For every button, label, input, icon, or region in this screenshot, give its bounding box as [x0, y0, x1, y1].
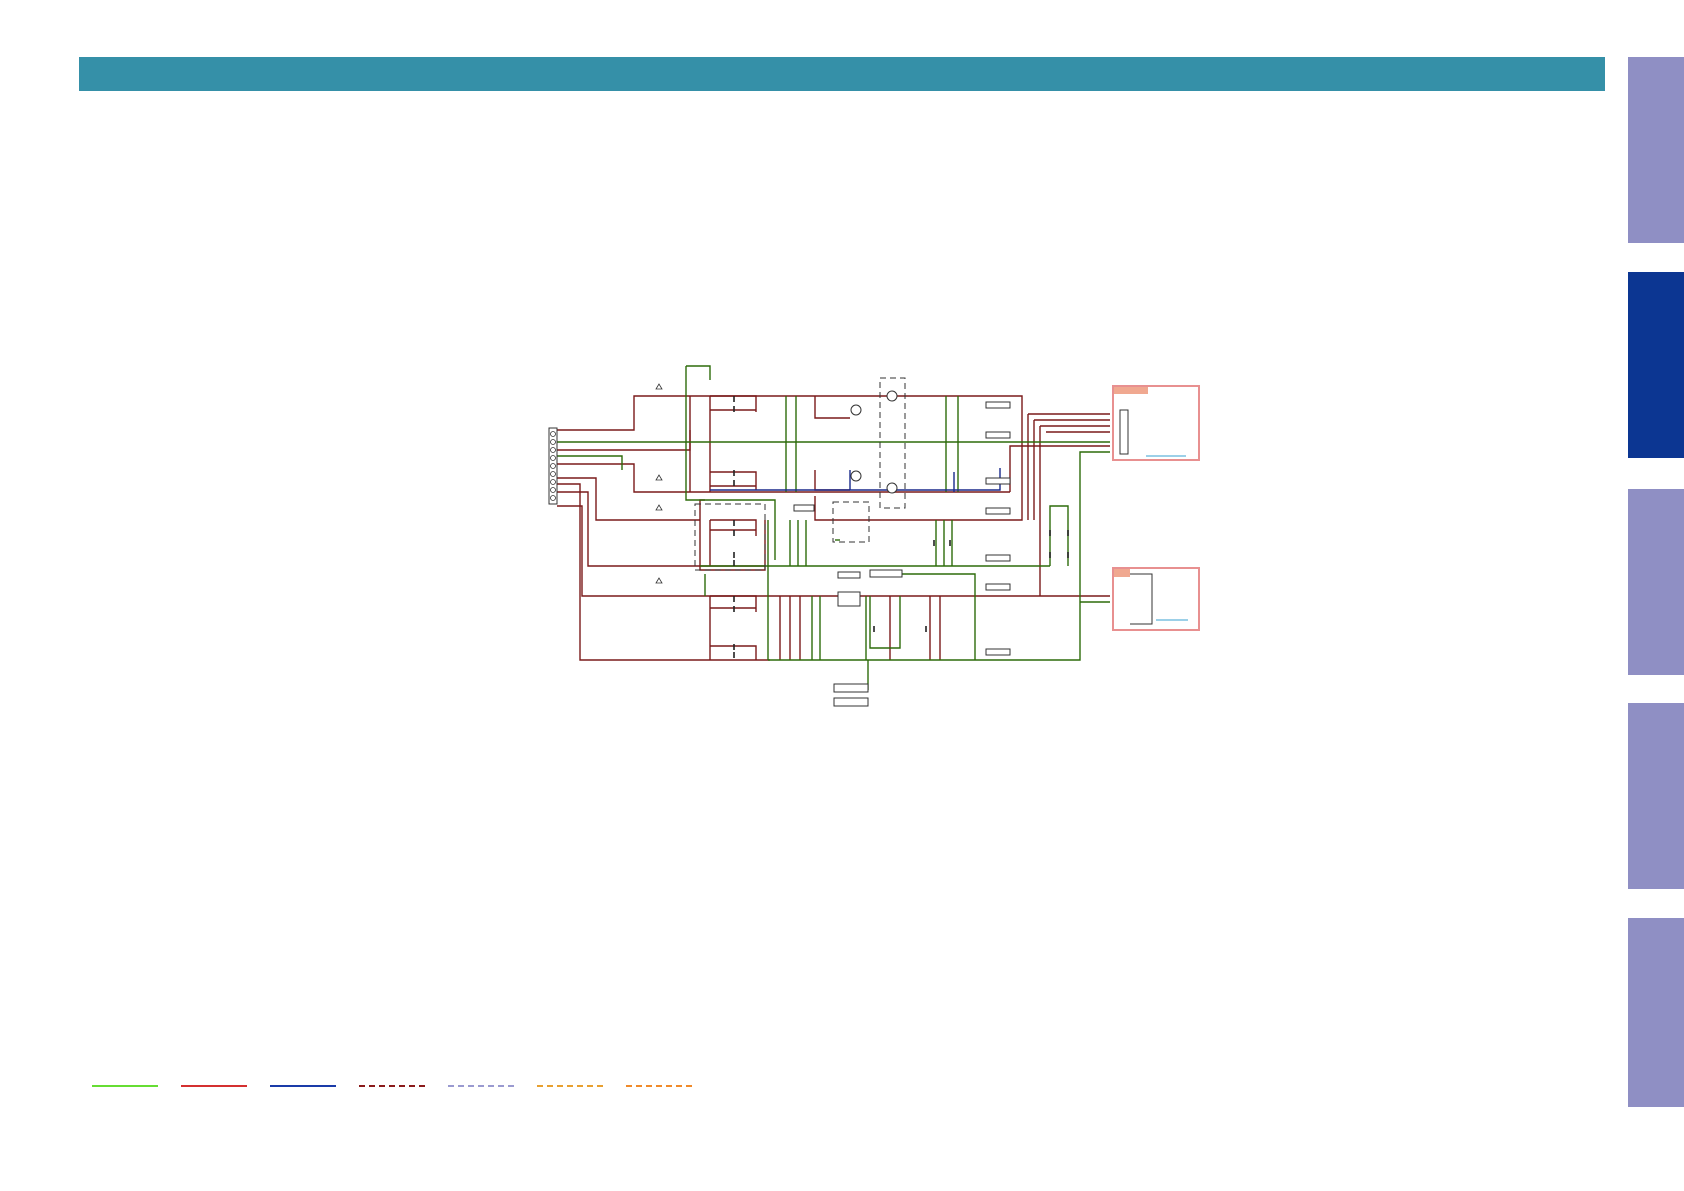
wire-legend — [92, 1085, 692, 1087]
